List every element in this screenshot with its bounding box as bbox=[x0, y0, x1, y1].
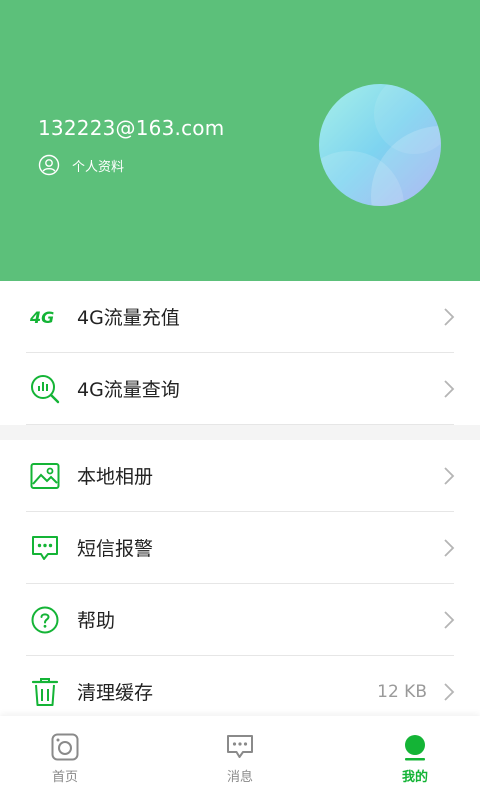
message-icon bbox=[225, 732, 255, 762]
search-chart-icon bbox=[28, 372, 62, 406]
menu-item-help[interactable]: 帮助 bbox=[0, 584, 480, 655]
profile-dot-icon bbox=[400, 732, 430, 762]
tab-label: 消息 bbox=[226, 770, 253, 785]
user-icon bbox=[38, 154, 60, 176]
camera-icon bbox=[50, 732, 80, 762]
menu-item-label: 4G流量充值 bbox=[77, 307, 180, 329]
chevron-right-icon bbox=[442, 466, 456, 486]
section-separator bbox=[0, 425, 480, 440]
menu-item-label: 清理缓存 bbox=[77, 682, 154, 704]
photo-album-icon bbox=[28, 459, 62, 493]
user-email: 132223@163.com bbox=[38, 116, 225, 140]
profile-link[interactable]: 个人资料 bbox=[38, 153, 124, 177]
menu-item-label: 帮助 bbox=[77, 610, 116, 632]
menu-item-label: 本地相册 bbox=[77, 466, 154, 488]
chevron-right-icon bbox=[442, 379, 456, 399]
profile-header: 132223@163.com 个人资料 bbox=[0, 0, 480, 281]
tab-messages[interactable]: 消息 bbox=[180, 716, 300, 800]
svg-text:4G: 4G bbox=[29, 308, 54, 327]
menu-item-4g-query[interactable]: 4G流量查询 bbox=[0, 353, 480, 424]
menu-item-local-album[interactable]: 本地相册 bbox=[0, 440, 480, 511]
tab-label: 首页 bbox=[51, 770, 78, 785]
bottom-tab-bar: 首页 消息 我的 bbox=[0, 716, 480, 800]
avatar[interactable] bbox=[319, 84, 441, 206]
tab-mine[interactable]: 我的 bbox=[355, 716, 475, 800]
chevron-right-icon bbox=[442, 538, 456, 558]
menu-item-label: 4G流量查询 bbox=[77, 379, 180, 401]
menu-item-label: 短信报警 bbox=[77, 538, 154, 560]
4g-icon: 4G bbox=[28, 300, 62, 334]
menu-item-sms-alert[interactable]: 短信报警 bbox=[0, 512, 480, 583]
tab-label: 我的 bbox=[401, 770, 428, 785]
tab-home[interactable]: 首页 bbox=[5, 716, 125, 800]
menu-item-4g-recharge[interactable]: 4G 4G流量充值 bbox=[0, 281, 480, 352]
help-icon bbox=[28, 603, 62, 637]
trash-icon bbox=[28, 675, 62, 709]
chevron-right-icon bbox=[442, 610, 456, 630]
chevron-right-icon bbox=[442, 307, 456, 327]
chevron-right-icon bbox=[442, 682, 456, 702]
sms-alert-icon bbox=[28, 531, 62, 565]
profile-link-label: 个人资料 bbox=[72, 159, 125, 175]
cache-size-value: 12 KB bbox=[377, 681, 427, 702]
